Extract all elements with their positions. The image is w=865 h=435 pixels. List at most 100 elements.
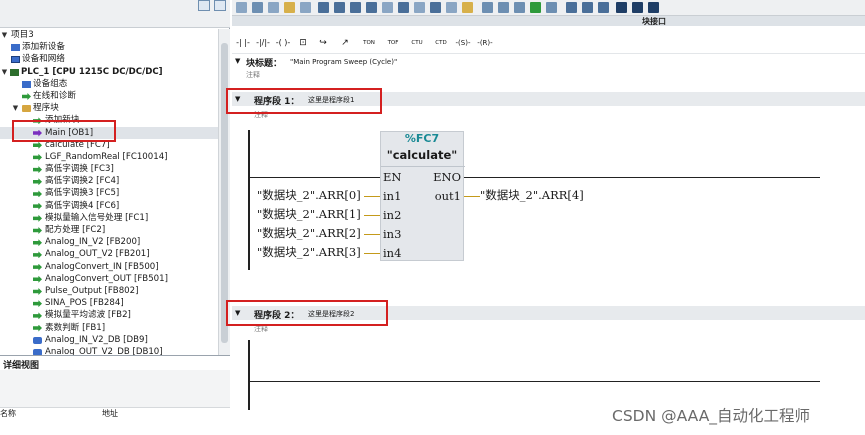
operand-in3[interactable]: "数据块_2".ARR[2]	[257, 225, 361, 241]
tree-item-program-blocks[interactable]: ▼ 程序块	[0, 102, 218, 114]
fc-block-icon	[33, 178, 42, 186]
tree-item-devices-networks[interactable]: 设备和网络	[0, 53, 218, 65]
main-ob1-highlight	[12, 120, 116, 142]
online-diagnostics-icon	[22, 92, 31, 100]
toolbar-icon[interactable]	[398, 2, 409, 13]
block-interface-bar[interactable]: 块接口	[232, 16, 865, 26]
expand-arrow-icon[interactable]: ▼	[11, 102, 20, 114]
set-coil-icon[interactable]: -(S)-	[454, 37, 472, 49]
tree-item-block[interactable]: AnalogConvert_IN [FB500]	[0, 261, 218, 273]
pin-in1: in1	[383, 189, 402, 203]
tree-item-block[interactable]: 模拟量输入信号处理 [FC1]	[0, 212, 218, 224]
pin-in2: in2	[383, 208, 402, 222]
detail-view-panel: 详细视图 名称 地址	[0, 355, 230, 435]
toolbar-icon[interactable]	[482, 2, 493, 13]
fc-name: "calculate"	[386, 148, 458, 162]
lad-instruction-bar: -| |- -|/|- -( )- ⊡ ↪ ↗ TON TOF CTU CTD …	[232, 32, 865, 54]
wire-in4	[364, 253, 380, 254]
toolbar-icon[interactable]	[382, 2, 393, 13]
block-title-value[interactable]: "Main Program Sweep (Cycle)"	[290, 58, 397, 66]
toolbar-icon[interactable]	[566, 2, 577, 13]
rung-wire	[250, 177, 380, 178]
column-address[interactable]: 地址	[102, 408, 118, 419]
tree-item-plc[interactable]: ▼ PLC_1 [CPU 1215C DC/DC/DC]	[0, 66, 218, 78]
tree-item-block[interactable]: Pulse_Output [FB802]	[0, 285, 218, 297]
add-device-icon	[11, 44, 20, 52]
toolbar-icon[interactable]	[318, 2, 329, 13]
close-branch-icon[interactable]: ↗	[337, 37, 353, 49]
tree-item-block[interactable]: 模拟量平均滤波 [FB2]	[0, 309, 218, 321]
operand-in2[interactable]: "数据块_2".ARR[1]	[257, 206, 361, 222]
toolbar-icon[interactable]	[366, 2, 377, 13]
column-name[interactable]: 名称	[0, 408, 16, 419]
empty-box-icon[interactable]: ⊡	[295, 37, 311, 49]
toolbar-icon[interactable]	[514, 2, 525, 13]
lad-ton-button[interactable]: TON	[360, 37, 378, 49]
fc-block-icon	[33, 202, 42, 210]
toolbar-icon[interactable]	[414, 2, 425, 13]
toolbar-icon[interactable]	[498, 2, 509, 13]
toolbar-icon[interactable]	[350, 2, 361, 13]
tree-item-block[interactable]: Analog_OUT_V2 [FB201]	[0, 248, 218, 260]
tree-item-block[interactable]: 高低字调换4 [FC6]	[0, 200, 218, 212]
tree-item-block[interactable]: Analog_IN_V2 [FB200]	[0, 236, 218, 248]
tree-view-icon[interactable]	[198, 0, 210, 11]
collapse-triangle-icon[interactable]: ▼	[235, 57, 240, 65]
no-contact-icon[interactable]: -| |-	[235, 37, 251, 49]
tree-item-project[interactable]: ▼ 项目3	[0, 29, 218, 41]
toolbar-icon[interactable]	[300, 2, 311, 13]
block-comment[interactable]: 注释	[246, 70, 260, 80]
toolbar-icon[interactable]	[632, 2, 643, 13]
tree-item-add-device[interactable]: 添加新设备	[0, 41, 218, 53]
detail-view-toolbar	[0, 370, 230, 408]
project-tree-toolbar	[0, 0, 230, 28]
tree-item-block[interactable]: 高低字调换3 [FC5]	[0, 187, 218, 199]
toolbar-icon[interactable]	[252, 2, 263, 13]
tree-item-online-diagnostics[interactable]: 在线和诊断	[0, 90, 218, 102]
open-branch-icon[interactable]: ↪	[315, 37, 331, 49]
tree-item-block[interactable]: 素数判断 [FB1]	[0, 322, 218, 334]
pin-in3: in3	[383, 227, 402, 241]
tree-item-block[interactable]: 高低字调换2 [FC4]	[0, 175, 218, 187]
tree-item-block[interactable]: Analog_OUT_V2_DB [DB10]	[0, 346, 218, 355]
toolbar-icon[interactable]	[268, 2, 279, 13]
toolbar-icon[interactable]	[446, 2, 457, 13]
toolbar-icon[interactable]	[648, 2, 659, 13]
tree-item-block[interactable]: 配方处理 [FC2]	[0, 224, 218, 236]
toolbar-icon[interactable]	[462, 2, 473, 13]
operand-in1[interactable]: "数据块_2".ARR[0]	[257, 187, 361, 203]
fc7-calculate-box[interactable]: %FC7 "calculate" EN ENO in1 out1 in2 in3…	[380, 131, 465, 261]
toolbar-icon[interactable]	[430, 2, 441, 13]
block-interface-label: 块接口	[642, 17, 666, 26]
ladder-editor: ▼ 块标题： "Main Program Sweep (Cycle)" 注释 ▼…	[226, 54, 865, 435]
expand-arrow-icon[interactable]: ▼	[0, 29, 9, 41]
toolbar-icon[interactable]	[284, 2, 295, 13]
tree-item-block[interactable]: Analog_IN_V2_DB [DB9]	[0, 334, 218, 346]
tree-item-device-config[interactable]: 设备组态	[0, 78, 218, 90]
fc-block-icon	[33, 227, 42, 234]
lad-tof-button[interactable]: TOF	[384, 37, 402, 49]
toolbar-icon[interactable]	[598, 2, 609, 13]
fb-block-icon	[33, 312, 42, 320]
tree-item-block[interactable]: LGF_RandomReal [FC10014]	[0, 151, 218, 163]
lad-ctu-button[interactable]: CTU	[408, 37, 426, 49]
toolbar-icon[interactable]	[546, 2, 557, 13]
lad-ctd-button[interactable]: CTD	[432, 37, 450, 49]
reset-coil-icon[interactable]: -(R)-	[476, 37, 494, 49]
tree-options-icon[interactable]	[214, 0, 226, 11]
tree-item-block[interactable]: SINA_POS [FB284]	[0, 297, 218, 309]
toolbar-icon[interactable]	[334, 2, 345, 13]
nc-contact-icon[interactable]: -|/|-	[255, 37, 271, 49]
fb-block-icon	[33, 324, 42, 332]
toolbar-icon[interactable]	[530, 2, 541, 13]
toolbar-icon[interactable]	[616, 2, 627, 13]
coil-icon[interactable]: -( )-	[275, 37, 291, 49]
operand-out1[interactable]: "数据块_2".ARR[4]	[480, 187, 584, 203]
expand-arrow-icon[interactable]: ▼	[0, 66, 9, 78]
network-icon	[11, 56, 20, 64]
toolbar-icon[interactable]	[236, 2, 247, 13]
operand-in4[interactable]: "数据块_2".ARR[3]	[257, 244, 361, 260]
tree-item-block[interactable]: 高低字调换 [FC3]	[0, 163, 218, 175]
toolbar-icon[interactable]	[582, 2, 593, 13]
tree-item-block[interactable]: AnalogConvert_OUT [FB501]	[0, 273, 218, 285]
